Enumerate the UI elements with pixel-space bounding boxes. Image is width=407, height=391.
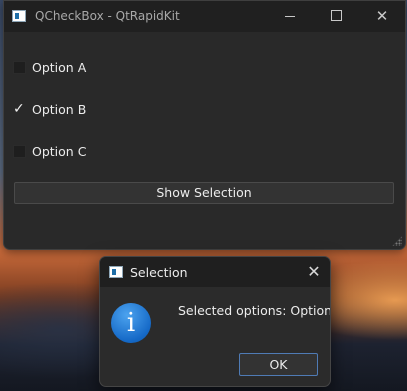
dialog-close-button[interactable]: ✕ xyxy=(298,257,330,287)
checkbox-label: Option B xyxy=(32,101,87,117)
checkbox-label: Option C xyxy=(32,143,87,159)
checkbox-option-c[interactable]: Option C xyxy=(13,141,86,161)
checkbox-label: Option A xyxy=(32,59,87,75)
resize-grip[interactable] xyxy=(392,236,402,246)
ok-button[interactable]: OK xyxy=(239,353,318,376)
window-title: QCheckBox - QtRapidKit xyxy=(35,9,180,23)
selection-dialog: Selection ✕ i Selected options: Option B… xyxy=(99,256,331,387)
app-icon xyxy=(109,266,123,278)
dialog-title: Selection xyxy=(130,265,188,280)
checkmark-icon: ✓ xyxy=(13,100,25,117)
checkbox-indicator[interactable] xyxy=(13,144,26,158)
app-icon xyxy=(12,10,26,22)
close-icon: ✕ xyxy=(375,7,389,25)
close-icon: ✕ xyxy=(307,262,321,281)
dialog-title-bar[interactable]: Selection ✕ xyxy=(100,257,330,287)
dialog-message: Selected options: Option B xyxy=(178,303,331,318)
minimize-icon xyxy=(285,16,295,17)
checkbox-option-a[interactable]: Option A xyxy=(13,57,86,77)
show-selection-button[interactable]: Show Selection xyxy=(14,182,394,204)
checkbox-indicator[interactable]: ✓ xyxy=(13,101,26,117)
main-window: QCheckBox - QtRapidKit ✕ Option A ✓ Opti… xyxy=(3,0,406,250)
maximize-button[interactable] xyxy=(313,1,359,32)
title-bar[interactable]: QCheckBox - QtRapidKit ✕ xyxy=(4,1,405,32)
close-button[interactable]: ✕ xyxy=(359,1,405,32)
maximize-icon xyxy=(330,10,342,21)
checkbox-indicator[interactable] xyxy=(13,60,26,74)
checkbox-option-b[interactable]: ✓ Option B xyxy=(13,99,86,119)
minimize-button[interactable] xyxy=(267,1,313,32)
information-icon: i xyxy=(111,303,151,343)
